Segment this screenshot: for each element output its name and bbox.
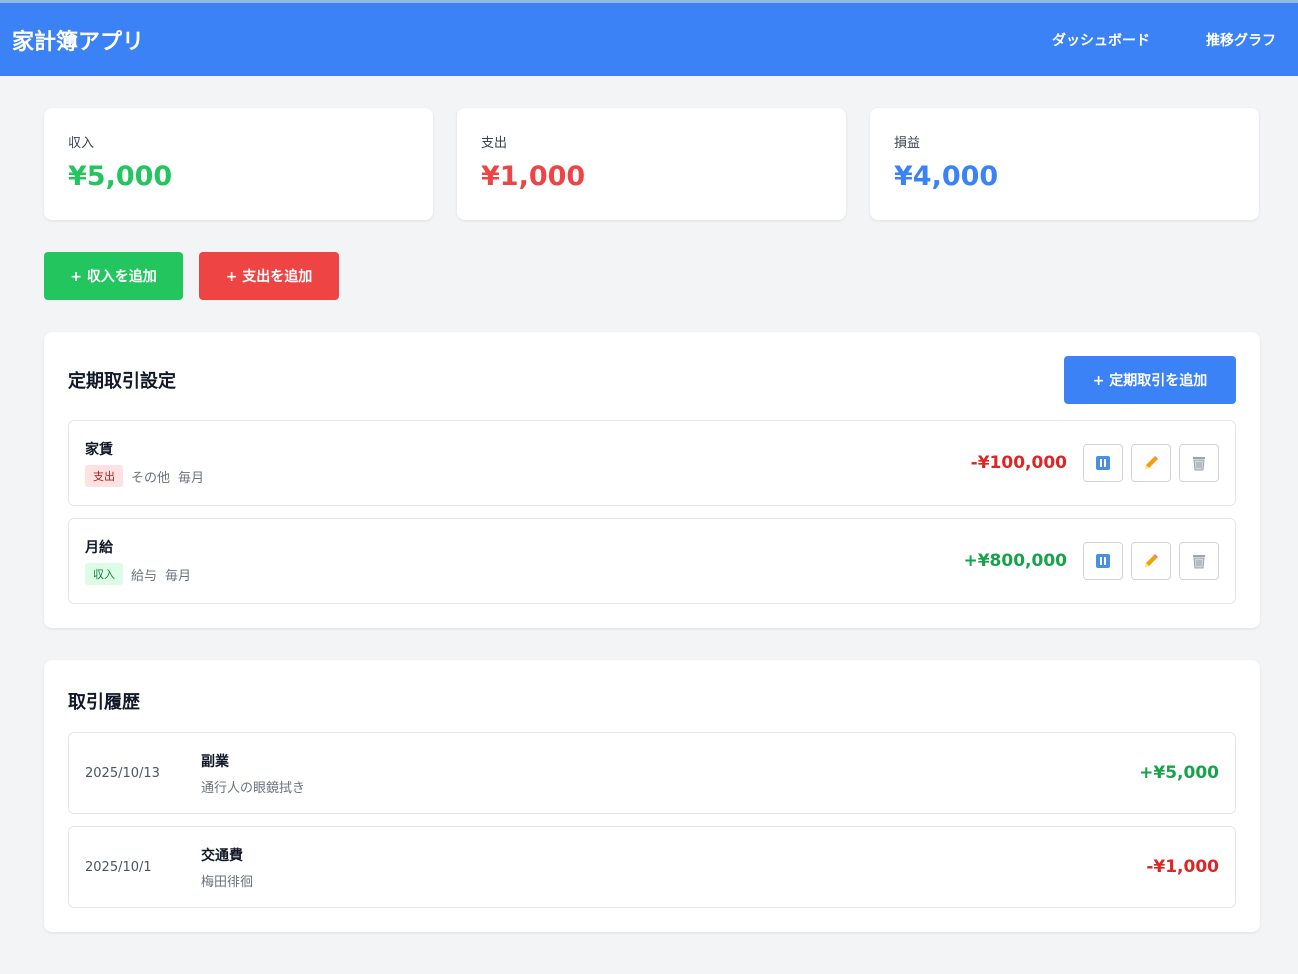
history-item-memo: 梅田徘徊 xyxy=(201,874,254,890)
profit-value: ¥4,000 xyxy=(894,161,999,192)
recurring-item: 月給 収入 給与 毎月 +¥800,000 xyxy=(68,518,1236,604)
history-item: 2025/10/1 交通費 梅田徘徊 -¥1,000 xyxy=(68,826,1236,908)
recurring-item-controls: -¥100,000 xyxy=(971,444,1219,482)
recurring-item-meta: 収入 給与 毎月 xyxy=(85,563,191,585)
history-panel: 取引履歴 2025/10/13 副業 通行人の眼鏡拭き +¥5,000 2025… xyxy=(44,660,1260,932)
history-item-text: 交通費 梅田徘徊 xyxy=(201,845,253,890)
edit-button[interactable] xyxy=(1131,542,1171,580)
recurring-panel: 定期取引設定 + 定期取引を追加 家賃 支出 その他 毎月 -¥100,000 xyxy=(44,332,1260,628)
history-item-category: 副業 xyxy=(201,753,229,770)
pause-button[interactable] xyxy=(1083,444,1123,482)
pencil-icon xyxy=(1145,456,1158,469)
expense-label: 支出 xyxy=(481,136,508,151)
expense-card: 支出 ¥1,000 xyxy=(457,108,846,220)
nav-dashboard-link[interactable]: ダッシュボード xyxy=(1052,30,1150,50)
recurring-item-info: 家賃 支出 その他 毎月 xyxy=(85,439,204,487)
add-income-button[interactable]: + 収入を追加 xyxy=(44,252,183,300)
add-recurring-button[interactable]: + 定期取引を追加 xyxy=(1064,356,1236,404)
recurring-item-frequency: 毎月 xyxy=(165,568,192,584)
recurring-item-name: 家賃 xyxy=(85,442,113,458)
delete-button[interactable] xyxy=(1179,444,1219,482)
trash-icon xyxy=(1193,555,1205,569)
delete-button[interactable] xyxy=(1179,542,1219,580)
pause-icon xyxy=(1096,554,1110,568)
edit-button[interactable] xyxy=(1131,444,1171,482)
recurring-item-meta: 支出 その他 毎月 xyxy=(85,465,204,487)
add-expense-button[interactable]: + 支出を追加 xyxy=(199,252,339,300)
history-item-amount: -¥1,000 xyxy=(1146,857,1219,877)
recurring-item-amount: -¥100,000 xyxy=(970,453,1067,473)
trash-icon xyxy=(1193,457,1205,471)
recurring-item-amount: +¥800,000 xyxy=(963,551,1067,571)
history-item-info: 2025/10/1 交通費 梅田徘徊 xyxy=(85,845,253,890)
history-item-text: 副業 通行人の眼鏡拭き xyxy=(201,751,305,796)
nav-trend-link[interactable]: 推移グラフ xyxy=(1206,30,1276,50)
recurring-title: 定期取引設定 xyxy=(68,371,176,392)
recurring-item-controls: +¥800,000 xyxy=(963,542,1219,580)
history-item-date: 2025/10/1 xyxy=(85,859,152,875)
history-item-date: 2025/10/13 xyxy=(85,765,160,781)
main-content: 収入 ¥5,000 支出 ¥1,000 損益 ¥4,000 + 収入を追加 + … xyxy=(0,76,1298,932)
type-badge: 収入 xyxy=(85,563,123,585)
summary-cards: 収入 ¥5,000 支出 ¥1,000 損益 ¥4,000 xyxy=(44,108,1260,220)
recurring-item-frequency: 毎月 xyxy=(178,470,205,486)
pencil-icon xyxy=(1145,554,1158,567)
top-navbar: 家計簿アプリ ダッシュボード 推移グラフ xyxy=(0,0,1298,76)
recurring-item-category: その他 xyxy=(131,470,171,486)
pause-button[interactable] xyxy=(1083,542,1123,580)
quick-actions: + 収入を追加 + 支出を追加 xyxy=(44,252,1260,300)
history-item-category: 交通費 xyxy=(201,847,243,864)
history-item-amount: +¥5,000 xyxy=(1139,763,1219,783)
expense-value: ¥1,000 xyxy=(481,161,586,192)
history-item-memo: 通行人の眼鏡拭き xyxy=(201,780,306,796)
recurring-item-category: 給与 xyxy=(131,568,158,584)
pause-icon xyxy=(1096,456,1110,470)
history-item-info: 2025/10/13 副業 通行人の眼鏡拭き xyxy=(85,751,305,796)
history-item: 2025/10/13 副業 通行人の眼鏡拭き +¥5,000 xyxy=(68,732,1236,814)
type-badge: 支出 xyxy=(85,465,123,487)
income-card: 収入 ¥5,000 xyxy=(44,108,433,220)
app-title: 家計簿アプリ xyxy=(12,29,145,55)
recurring-item-info: 月給 収入 給与 毎月 xyxy=(85,537,191,585)
income-value: ¥5,000 xyxy=(68,161,173,192)
profit-card: 損益 ¥4,000 xyxy=(870,108,1259,220)
recurring-item: 家賃 支出 その他 毎月 -¥100,000 xyxy=(68,420,1236,506)
history-title: 取引履歴 xyxy=(68,692,140,713)
recurring-header: 定期取引設定 + 定期取引を追加 xyxy=(68,356,1236,404)
main-nav: ダッシュボード 推移グラフ xyxy=(1052,30,1276,50)
income-label: 収入 xyxy=(68,136,95,151)
recurring-item-name: 月給 xyxy=(85,540,113,556)
profit-label: 損益 xyxy=(894,136,921,151)
